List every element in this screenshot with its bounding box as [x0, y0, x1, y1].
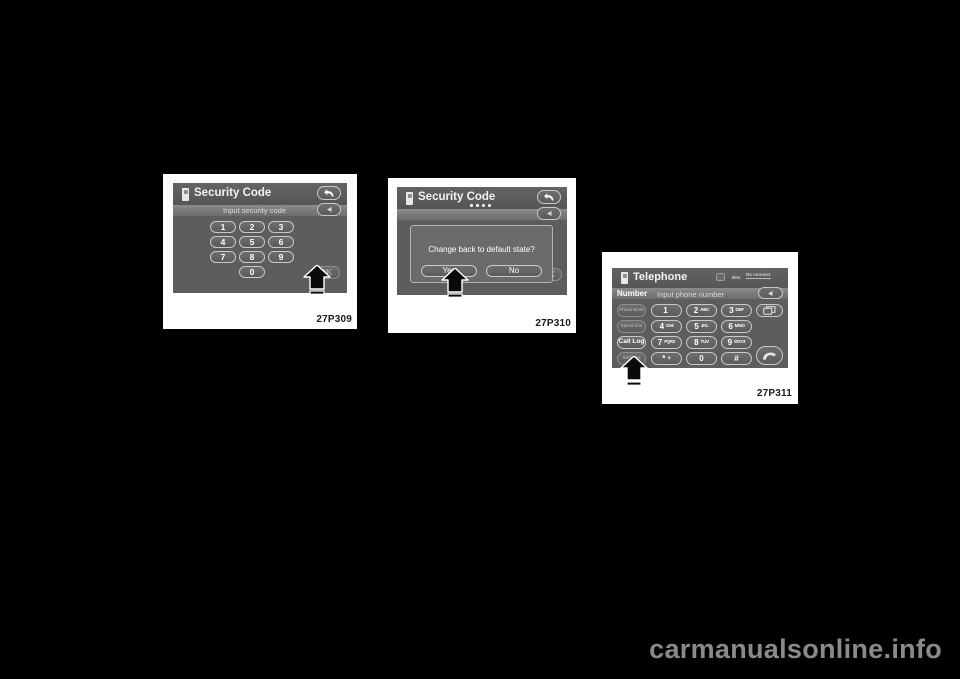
keypad-key-1[interactable]: 1 — [210, 221, 236, 233]
keypad-key-9[interactable]: 9 WXYZ — [721, 336, 752, 349]
phone-handset-icon — [182, 188, 189, 201]
number-field-label: Number — [617, 289, 648, 298]
speed-dial-button[interactable]: Speed Dial — [617, 320, 646, 333]
return-button[interactable] — [317, 186, 341, 200]
keypad-key-0[interactable]: 0 — [239, 266, 265, 278]
keypad-key-8[interactable]: 8 — [239, 251, 265, 263]
delete-button[interactable] — [758, 287, 783, 299]
head-unit-screen-telephone: Telephone Bits No connect Number Input p… — [612, 268, 788, 368]
dialog-message: Change back to default state? — [428, 245, 535, 254]
battery-status-label: No connect — [746, 272, 771, 279]
keypad-key-star[interactable]: * + — [651, 352, 682, 365]
return-icon — [323, 189, 333, 197]
page-title: Security Code — [418, 191, 496, 203]
delete-button[interactable] — [537, 207, 561, 220]
callout-arrow-yes — [441, 268, 469, 298]
keypad-key-6[interactable]: 6 — [268, 236, 294, 248]
page-title: Telephone — [633, 271, 688, 283]
callout-arrow-settings — [620, 356, 648, 386]
call-button[interactable] — [756, 346, 783, 365]
figure-caption: 27P311 — [756, 388, 792, 399]
delete-left-icon — [326, 207, 331, 212]
keypad-key-4[interactable]: 4 GHI — [651, 320, 682, 333]
keypad-key-7[interactable]: 7 PQRS — [651, 336, 682, 349]
keypad-key-4[interactable]: 4 — [210, 236, 236, 248]
phone-number-input[interactable]: Input phone number — [657, 290, 724, 299]
display-button[interactable] — [756, 304, 783, 317]
signal-strength-label: Bits — [732, 275, 741, 280]
phone-book-button[interactable]: Phone Book — [617, 304, 646, 317]
delete-left-icon — [768, 290, 773, 296]
figure-caption: 27P309 — [316, 314, 352, 325]
site-watermark: carmanualsonline.info — [649, 634, 942, 664]
return-button[interactable] — [537, 190, 561, 204]
return-icon — [543, 193, 553, 201]
keypad-key-0[interactable]: 0 — [686, 352, 717, 365]
callout-arrow-ok — [303, 265, 331, 295]
phone-handset-icon — [621, 272, 628, 284]
keypad-key-3[interactable]: 3 — [268, 221, 294, 233]
call-handset-icon — [763, 352, 777, 360]
confirm-dialog: Change back to default state? Yes No — [410, 225, 553, 283]
keypad-key-5[interactable]: 5 JKL — [686, 320, 717, 333]
keypad-key-2[interactable]: 2 — [239, 221, 265, 233]
figure-caption: 27P310 — [535, 318, 571, 329]
entered-code-dots — [470, 204, 491, 207]
display-icon — [763, 306, 776, 315]
figure-security-code-confirm: Security Code OK Change back to default … — [388, 178, 576, 333]
keypad-key-2[interactable]: 2 ABC — [686, 304, 717, 317]
roaming-icon — [716, 273, 725, 281]
delete-button[interactable] — [317, 203, 341, 216]
keypad-key-3[interactable]: 3 DEF — [721, 304, 752, 317]
page-title: Security Code — [194, 187, 272, 199]
keypad-key-hash[interactable]: # — [721, 352, 752, 365]
head-unit-screen-security-confirm: Security Code OK Change back to default … — [397, 187, 567, 295]
keypad-key-9[interactable]: 9 — [268, 251, 294, 263]
figure-security-code-entry: Security Code Input security code 1 2 3 … — [163, 174, 357, 329]
security-code-hint: Input security code — [223, 206, 286, 215]
keypad-key-5[interactable]: 5 — [239, 236, 265, 248]
keypad-key-8[interactable]: 8 TUV — [686, 336, 717, 349]
keypad-key-6[interactable]: 6 MNO — [721, 320, 752, 333]
figure-telephone-keypad: Telephone Bits No connect Number Input p… — [602, 252, 798, 404]
call-log-button[interactable]: Call Log — [617, 336, 646, 349]
keypad-key-7[interactable]: 7 — [210, 251, 236, 263]
keypad-key-1[interactable]: 1 — [651, 304, 682, 317]
dialog-no-button[interactable]: No — [486, 265, 542, 277]
phone-handset-icon — [406, 192, 413, 205]
delete-left-icon — [546, 211, 551, 216]
